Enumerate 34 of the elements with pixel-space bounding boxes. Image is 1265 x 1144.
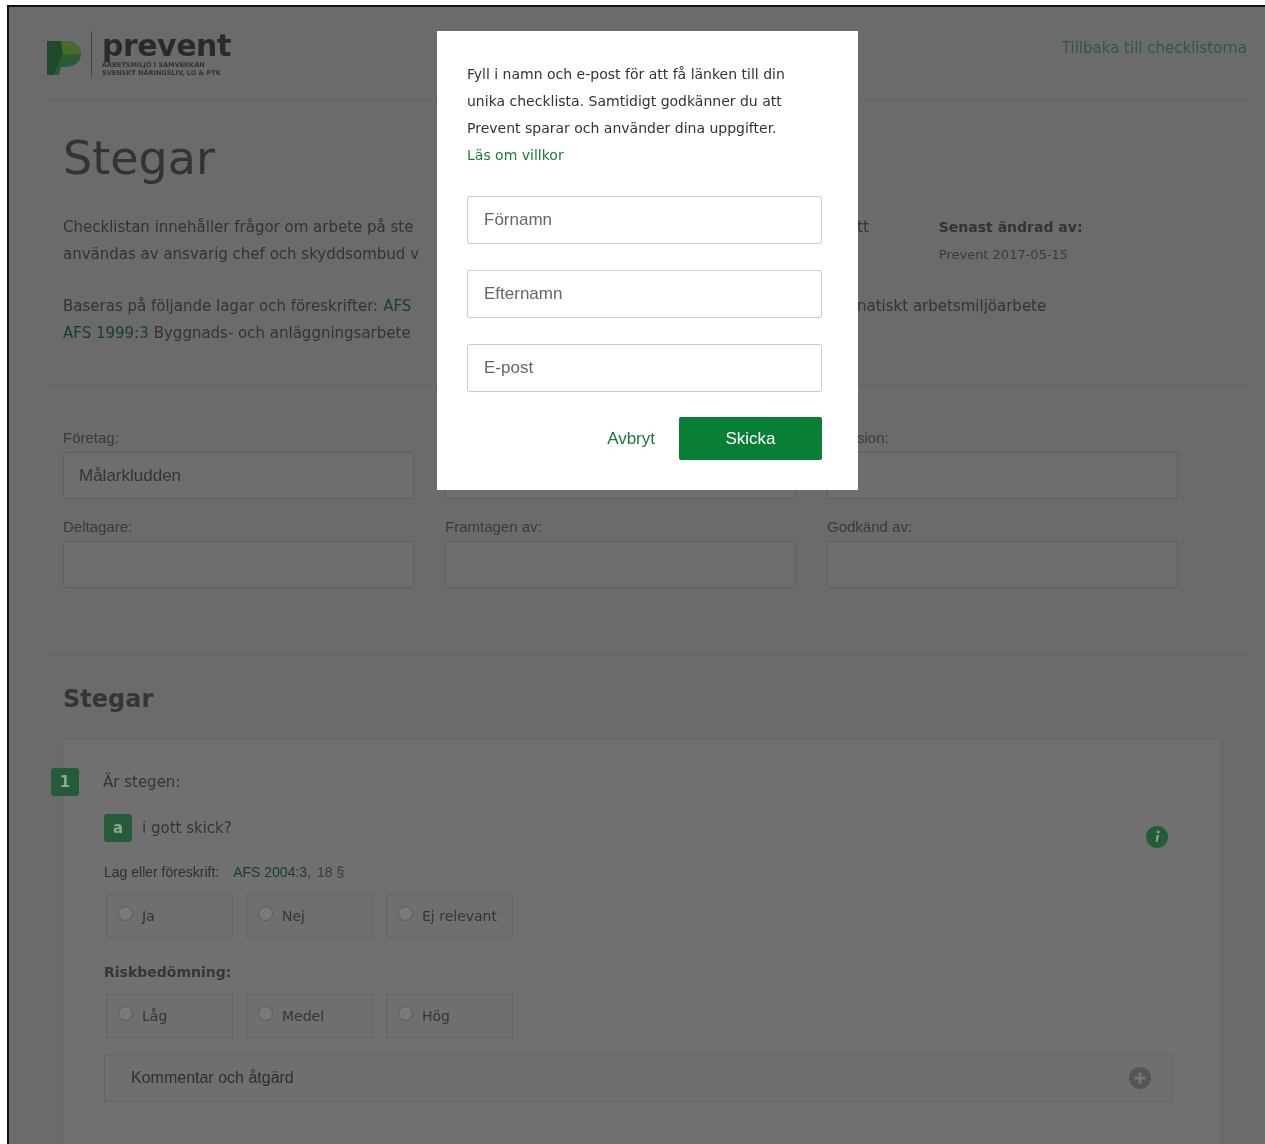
description-text: tt [857,217,869,238]
comment-toggle[interactable]: Kommentar och åtgärd [104,1054,1172,1102]
input-field[interactable]: Målarkludden [63,452,414,499]
plus-icon [1129,1067,1151,1089]
risk-option[interactable]: Låg [106,994,233,1038]
basis-text: natiskt arbetsmiljöarbete [857,297,1047,315]
regulation-link[interactable]: AFS 1999:3 [63,320,149,347]
input-field[interactable] [827,452,1178,499]
info-icon[interactable] [1146,826,1168,848]
submit-button[interactable]: Skicka [679,417,822,460]
regulation-link[interactable]: AFS 2004:3, [233,864,311,880]
risk-option[interactable]: Medel [246,994,373,1038]
page-title: Stegar [63,130,215,186]
risk-option[interactable]: Hög [386,994,513,1038]
terms-link[interactable]: Läs om villkor [467,147,564,163]
answer-option[interactable]: Ej relevant [386,894,513,938]
back-link[interactable]: Tillbaka till checklistorna [1061,39,1247,57]
risk-label: Riskbedömning: [104,964,233,980]
logo-mark-icon [47,39,81,75]
description-text: Checklistan innehåller frågor om arbete på ste [63,217,415,238]
meta-label: Senast ändrad av: [938,218,1083,237]
basis-text: Baseras på följande lagar och föreskrifter: [63,296,379,317]
regulation-link[interactable]: AFS [383,293,412,320]
cancel-button[interactable]: Avbryt [607,417,655,460]
logo-wordmark: prevent [102,31,231,61]
description-text: användas av ansvarig chef och skyddsombud v [63,244,421,265]
answer-option[interactable]: Ja [106,894,233,938]
question-number: 1 [51,768,79,796]
modal-message: Fyll i namn och e-post för att få länken till din unika checklista. Samtidigt godkänner du att Prevent sparar och använder dina uppgifter. Läs om villkor [467,65,786,165]
answer-option[interactable]: Nej [246,894,373,938]
item-letter: a [104,814,132,842]
basis-text: Byggnads- och anläggningsarbete [153,323,411,344]
law-label: Lag eller föreskrift: [104,864,220,880]
question-text: Är stegen: [103,773,181,791]
